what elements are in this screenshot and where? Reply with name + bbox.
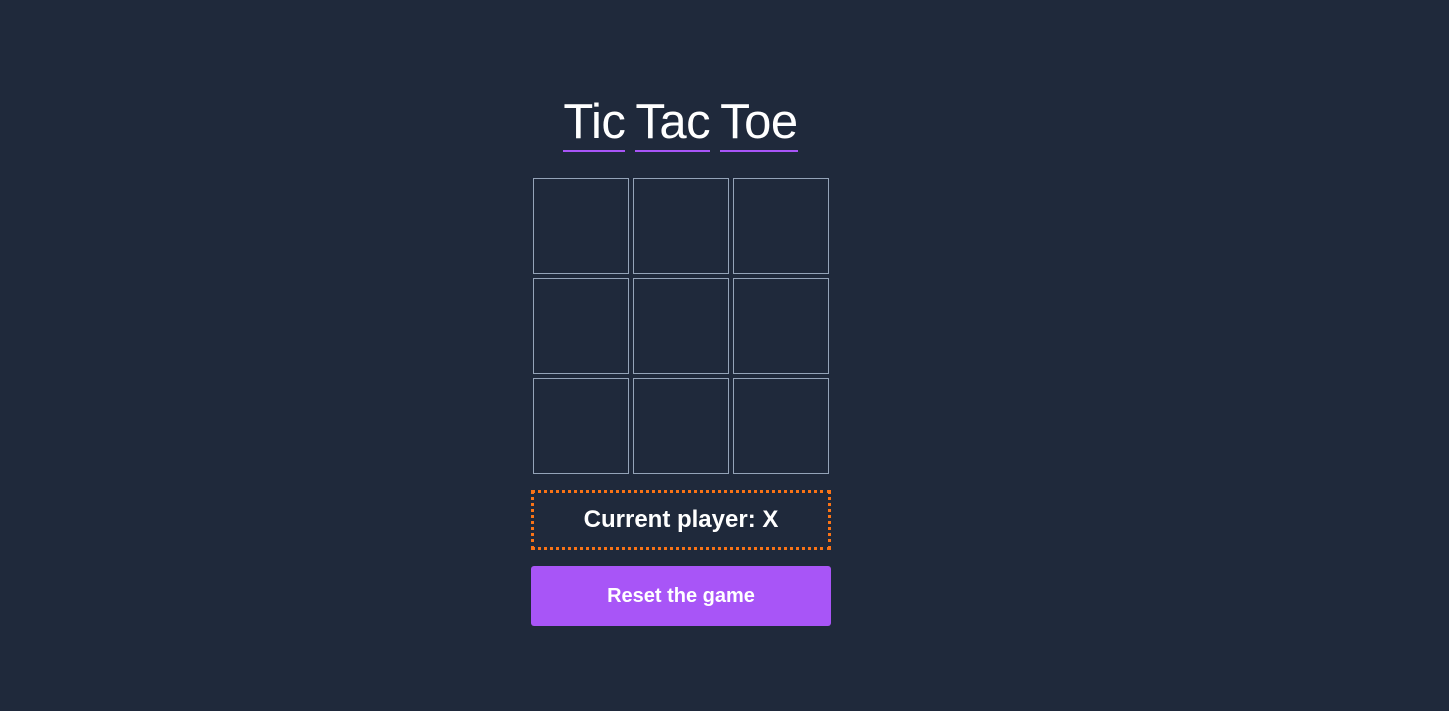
board-cell-1[interactable]: [533, 178, 629, 274]
board-cell-2[interactable]: [633, 178, 729, 274]
board-cell-3[interactable]: [733, 178, 829, 274]
status-text: Current player: X: [583, 506, 779, 533]
board-cell-5[interactable]: [633, 278, 729, 374]
title-word-toe: Toe: [720, 94, 798, 152]
game-board: [533, 178, 829, 474]
title-word-tac: Tac: [635, 94, 711, 152]
page-title: Tic Tac Toe: [0, 94, 1361, 152]
title-word-tic: Tic: [563, 94, 626, 152]
current-player-status: Current player: X: [531, 490, 831, 550]
board-cell-8[interactable]: [633, 378, 729, 474]
board-cell-7[interactable]: [533, 378, 629, 474]
board-cell-9[interactable]: [733, 378, 829, 474]
board-cell-4[interactable]: [533, 278, 629, 374]
reset-game-button[interactable]: Reset the game: [531, 566, 831, 626]
board-cell-6[interactable]: [733, 278, 829, 374]
